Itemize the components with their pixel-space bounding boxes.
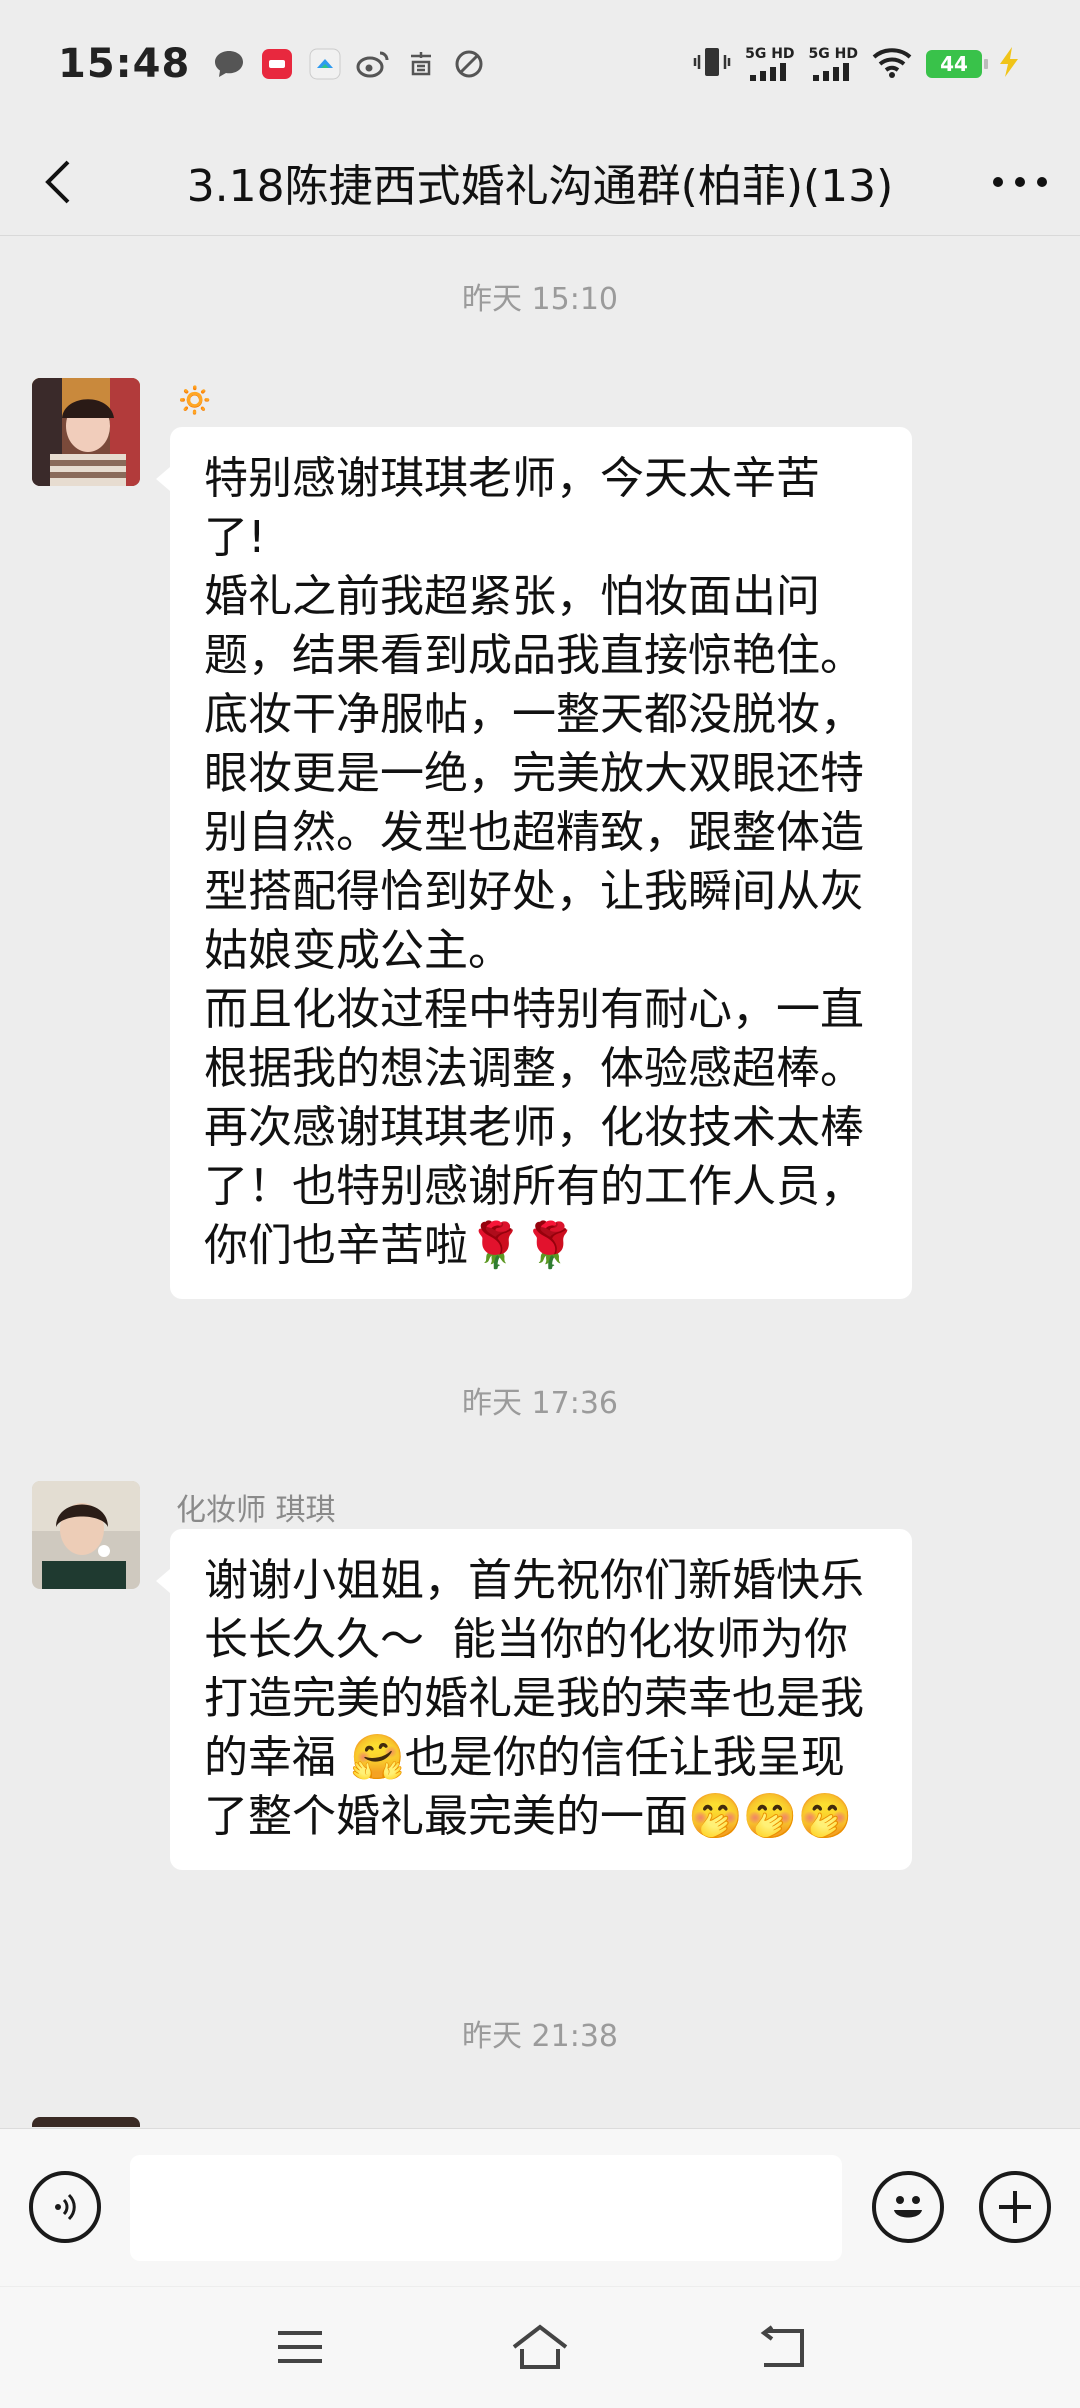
weibo-icon [356,47,390,81]
input-bar [0,2128,1080,2286]
avatar[interactable] [32,378,140,486]
plus-icon [999,2191,1031,2223]
status-time: 15:48 [58,41,191,87]
menu-button[interactable] [260,2307,340,2387]
back-arrow-icon [760,2325,804,2367]
signal-1: 5G HD [745,46,795,81]
emoji-icon [894,2196,922,2218]
chevron-left-icon [45,160,70,203]
back-button[interactable] [0,128,120,236]
avatar[interactable] [32,1481,140,1589]
cloud-app-icon [308,47,342,81]
sender-name: 化妆师 琪琪 [176,1493,336,1528]
network-label-1: 5G HD [745,46,795,62]
message-input[interactable] [130,2155,842,2261]
more-button[interactable] [960,128,1080,236]
more-dots-icon [993,176,1047,187]
voice-icon [55,2193,76,2221]
menu-icon [278,2331,322,2363]
chat-list[interactable]: 昨天 15:10 🔅 特别感谢琪琪老师，今天太辛苦了! 婚礼之前我超紧张，怕妆面… [0,237,1080,2127]
battery-level: 44 [940,52,968,76]
message-bubble[interactable]: 特别感谢琪琪老师，今天太辛苦了! 婚礼之前我超紧张，怕妆面出问题，结果看到成品我… [156,427,912,1299]
back-nav-button[interactable] [740,2307,820,2387]
status-bar: 15:48 5G HD 5G HD 44 [0,0,1080,128]
message-icon [212,47,246,81]
message-timestamp: 昨天 21:38 [462,2019,618,2054]
chat-screen: 15:48 5G HD 5G HD 44 3.18陈捷西式婚礼沟通群(柏菲)(1… [0,0,1080,2408]
notification-icons [212,47,486,81]
leaf-app-icon [452,47,486,81]
nav-bar: 3.18陈捷西式婚礼沟通群(柏菲)(13) [0,128,1080,236]
message-bubble[interactable]: 谢谢小姐姐，首先祝你们新婚快乐 长长久久～ 能当你的化妆师为你打造完美的婚礼是我… [156,1529,912,1870]
message-timestamp: 昨天 15:10 [462,282,618,317]
vibrate-icon [693,45,731,83]
status-right: 5G HD 5G HD 44 [693,45,1022,83]
red-app-icon [260,47,294,81]
wedding-app-icon [404,47,438,81]
charging-icon [996,46,1022,82]
avatar[interactable] [32,2117,140,2127]
message-timestamp: 昨天 17:36 [462,1386,618,1421]
home-icon [512,2324,568,2369]
system-nav-bar [0,2287,1080,2408]
signal-2: 5G HD [809,47,858,81]
sender-name: 🔅 [176,383,214,418]
add-button[interactable] [979,2171,1051,2243]
home-button[interactable] [500,2307,580,2387]
voice-input-button[interactable] [29,2171,101,2243]
wifi-icon [872,46,912,82]
chat-title: 3.18陈捷西式婚礼沟通群(柏菲)(13) [186,160,894,212]
network-label-2: 5G HD [808,46,858,62]
battery-icon: 44 [926,50,988,78]
emoji-button[interactable] [872,2171,944,2243]
